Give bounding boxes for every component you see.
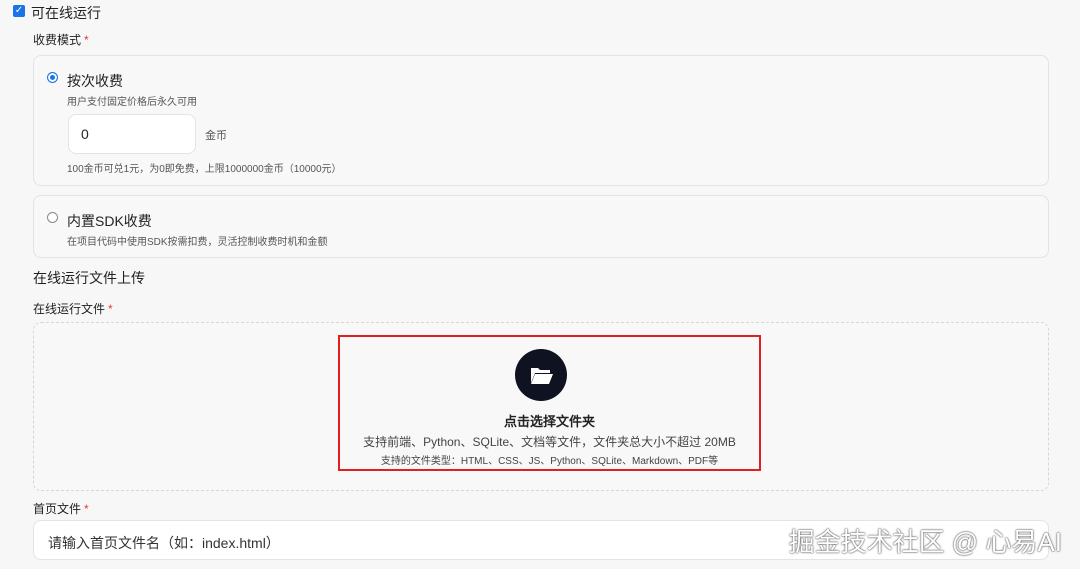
price-value: 0 bbox=[81, 126, 89, 142]
homepage-placeholder: 请输入首页文件名（如：index.html） bbox=[48, 535, 280, 551]
sdk-option[interactable]: 内置SDK收费 在项目代码中使用SDK按需扣费，灵活控制收费时机和金额 bbox=[33, 195, 1049, 258]
pricing-label: 收费模式 * bbox=[33, 33, 89, 47]
upload-field-label: 在线运行文件 * bbox=[33, 302, 113, 316]
watermark: 掘金技术社区 @ 心易AI bbox=[788, 527, 1062, 557]
sdk-radio[interactable] bbox=[47, 212, 58, 223]
per-use-radio[interactable] bbox=[47, 72, 58, 83]
upload-types: 支持的文件类型：HTML、CSS、JS、Python、SQLite、Markdo… bbox=[380, 456, 719, 467]
online-run-checkbox[interactable]: ✓ bbox=[13, 5, 25, 17]
sdk-title: 内置SDK收费 bbox=[67, 213, 152, 229]
per-use-option[interactable]: 按次收费 用户支付固定价格后永久可用 0 金币 100金币可兑1元，为0即免费，… bbox=[33, 55, 1049, 186]
sdk-desc: 在项目代码中使用SDK按需扣费，灵活控制收费时机和金额 bbox=[67, 237, 328, 248]
price-input[interactable]: 0 bbox=[68, 114, 196, 154]
upload-title: 点击选择文件夹 bbox=[503, 414, 595, 429]
upload-desc: 支持前端、Python、SQLite、文档等文件，文件夹总大小不超过 20MB bbox=[363, 435, 736, 449]
price-hint: 100金币可兑1元，为0即免费，上限1000000金币（10000元） bbox=[67, 164, 342, 175]
per-use-desc: 用户支付固定价格后永久可用 bbox=[67, 97, 197, 108]
price-unit: 金币 bbox=[205, 130, 227, 142]
upload-section-title: 在线运行文件上传 bbox=[33, 270, 145, 286]
online-run-label: 可在线运行 bbox=[31, 5, 101, 21]
per-use-title: 按次收费 bbox=[67, 73, 123, 89]
homepage-label: 首页文件 * bbox=[33, 502, 89, 516]
folder-icon[interactable] bbox=[515, 349, 567, 401]
